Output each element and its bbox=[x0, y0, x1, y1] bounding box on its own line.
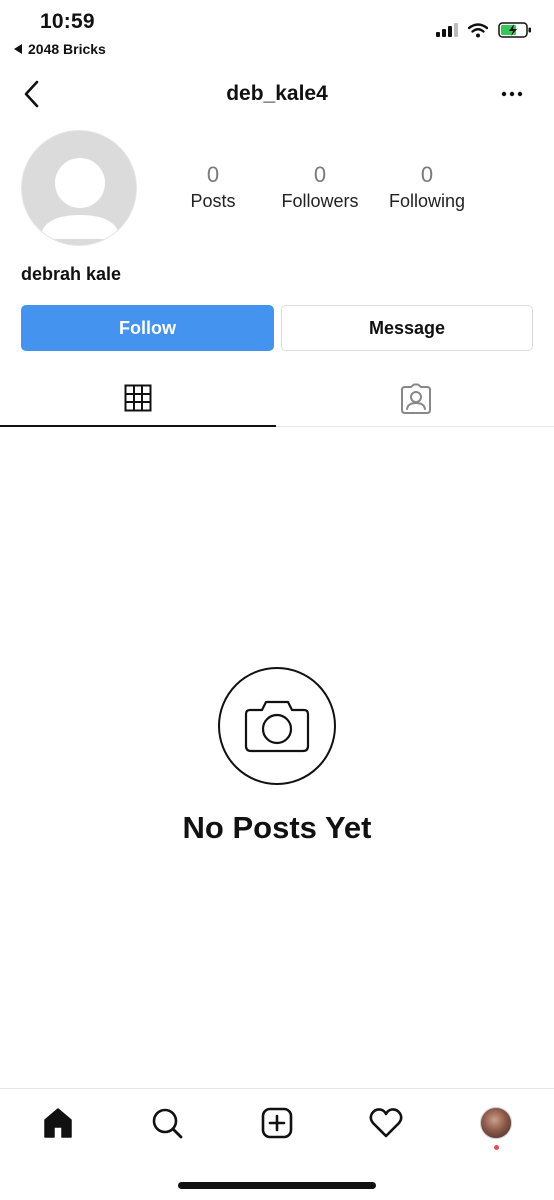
notification-dot bbox=[494, 1145, 499, 1150]
empty-state-camera-circle bbox=[218, 667, 336, 785]
stat-following[interactable]: 0 Following bbox=[372, 162, 482, 214]
tab-grid[interactable] bbox=[0, 370, 276, 427]
empty-state-title: No Posts Yet bbox=[182, 810, 372, 845]
default-avatar-icon bbox=[40, 158, 120, 239]
stat-posts-value: 0 bbox=[206, 162, 220, 187]
grid-icon bbox=[124, 384, 152, 411]
follow-button[interactable]: Follow bbox=[21, 305, 274, 351]
signal-icon bbox=[436, 23, 458, 37]
profile-tabs bbox=[0, 370, 554, 427]
nav-activity[interactable] bbox=[366, 1103, 406, 1143]
status-back-to-app[interactable]: 2048 Bricks bbox=[14, 41, 106, 57]
message-button[interactable]: Message bbox=[281, 305, 533, 351]
status-back-app-label: 2048 Bricks bbox=[28, 41, 106, 57]
profile-avatar bbox=[480, 1107, 512, 1139]
stat-following-label: Following bbox=[388, 191, 466, 211]
stat-followers-label: Followers bbox=[281, 191, 359, 211]
tab-tagged[interactable] bbox=[278, 370, 554, 427]
status-time: 10:59 bbox=[40, 10, 95, 33]
camera-icon bbox=[244, 700, 310, 753]
back-triangle-icon bbox=[14, 44, 22, 54]
home-icon bbox=[44, 1108, 72, 1138]
stat-following-value: 0 bbox=[420, 162, 434, 187]
status-bar: 10:59 2048 Bricks bbox=[0, 0, 554, 62]
nav-profile[interactable] bbox=[476, 1103, 516, 1143]
status-icons bbox=[436, 22, 532, 38]
battery-charging-icon bbox=[498, 22, 531, 38]
stat-followers[interactable]: 0 Followers bbox=[265, 162, 375, 214]
nav-search[interactable] bbox=[147, 1103, 187, 1143]
search-icon bbox=[152, 1108, 183, 1139]
profile-avatar-placeholder[interactable] bbox=[21, 130, 137, 246]
stat-followers-value: 0 bbox=[313, 162, 327, 187]
nav-new-post[interactable] bbox=[257, 1103, 297, 1143]
profile-header: deb_kale4 bbox=[0, 70, 554, 120]
activity-heart-icon bbox=[369, 1108, 403, 1138]
more-horizontal-icon bbox=[501, 91, 523, 97]
page-title: deb_kale4 bbox=[226, 82, 328, 105]
home-indicator bbox=[178, 1182, 376, 1189]
stat-posts-label: Posts bbox=[190, 191, 236, 211]
more-options-button[interactable] bbox=[500, 82, 524, 106]
profile-display-name: debrah kale bbox=[21, 264, 122, 284]
wifi-icon bbox=[468, 22, 488, 37]
profile-stats: 0 Posts 0 Followers 0 Following bbox=[160, 162, 510, 222]
nav-home[interactable] bbox=[38, 1103, 78, 1143]
tagged-person-icon bbox=[401, 383, 431, 414]
stat-posts[interactable]: 0 Posts bbox=[158, 162, 268, 214]
new-post-icon bbox=[261, 1107, 293, 1139]
